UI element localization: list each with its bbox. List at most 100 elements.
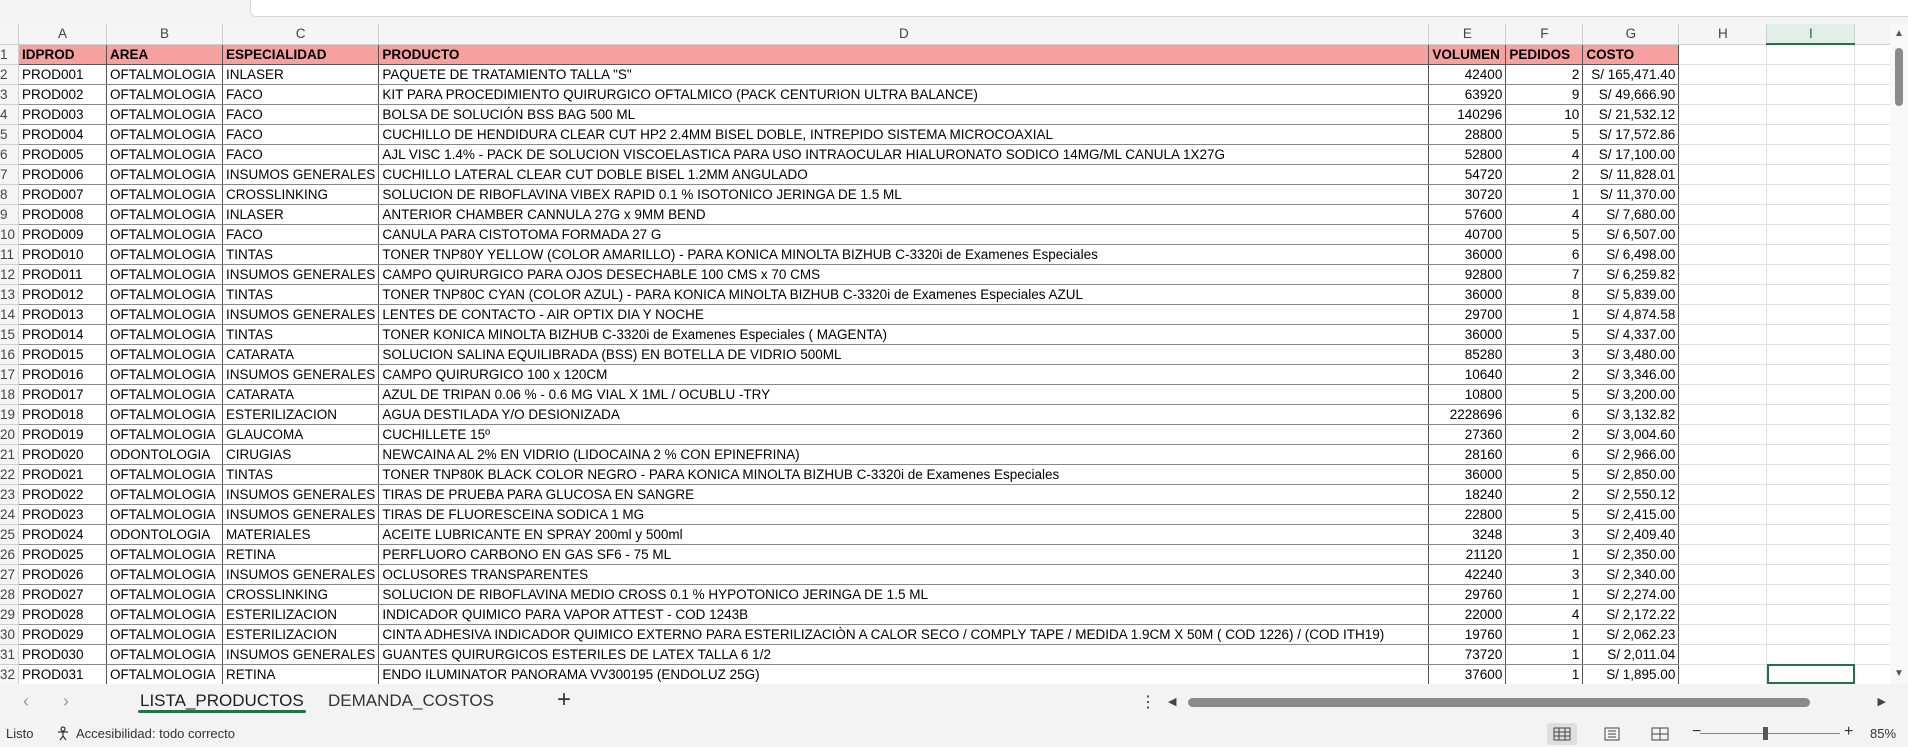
cell-costo[interactable]: S/ 17,100.00 — [1582, 144, 1680, 165]
empty-cell[interactable] — [1678, 244, 1768, 265]
cell-pedidos[interactable]: 5 — [1505, 224, 1584, 245]
cell-pedidos[interactable]: 2 — [1505, 424, 1584, 445]
empty-cell[interactable] — [1766, 184, 1856, 205]
accessibility-status-text[interactable]: Accesibilidad: todo correcto — [76, 726, 235, 741]
cell-especialidad[interactable]: MATERIALES — [222, 524, 380, 545]
sheet-tab-demanda-costos[interactable]: DEMANDA_COSTOS — [320, 684, 502, 720]
row-header[interactable]: 18 — [0, 384, 20, 405]
cell-area[interactable]: ODONTOLOGIA — [106, 444, 224, 465]
cell-pedidos[interactable]: 1 — [1505, 184, 1584, 205]
cell-volumen[interactable]: 19760 — [1428, 624, 1507, 645]
cell-costo[interactable]: S/ 21,532.12 — [1582, 104, 1680, 125]
cell-especialidad[interactable]: FACO — [222, 124, 380, 145]
cell-producto[interactable]: KIT PARA PROCEDIMIENTO QUIRURGICO OFTALM… — [378, 84, 1430, 105]
cell-idprod[interactable]: PROD031 — [18, 664, 108, 684]
cell-area[interactable]: OFTALMOLOGIA — [106, 384, 224, 405]
cell-costo[interactable]: S/ 2,415.00 — [1582, 504, 1680, 525]
empty-cell[interactable] — [1678, 224, 1768, 245]
cell-costo[interactable]: S/ 6,498.00 — [1582, 244, 1680, 265]
cell-area[interactable]: OFTALMOLOGIA — [106, 284, 224, 305]
row-header[interactable]: 23 — [0, 484, 20, 505]
cell-volumen[interactable]: 29700 — [1428, 304, 1507, 325]
empty-cell[interactable] — [1678, 104, 1768, 125]
cell-pedidos[interactable]: 6 — [1505, 404, 1584, 425]
cell-pedidos[interactable]: 6 — [1505, 244, 1584, 265]
cell-idprod[interactable]: PROD027 — [18, 584, 108, 605]
cell-idprod[interactable]: PROD007 — [18, 184, 108, 205]
cell-idprod[interactable]: PROD019 — [18, 424, 108, 445]
empty-cell[interactable] — [1766, 524, 1856, 545]
column-header-e[interactable]: E — [1428, 24, 1507, 45]
cell-idprod[interactable]: PROD022 — [18, 484, 108, 505]
cell-costo[interactable]: S/ 165,471.40 — [1582, 64, 1680, 85]
cell-producto[interactable]: NEWCAINA AL 2% EN VIDRIO (LIDOCAINA 2 % … — [378, 444, 1430, 465]
page-layout-view-icon[interactable] — [1597, 723, 1627, 745]
cell-pedidos[interactable]: 10 — [1505, 104, 1584, 125]
column-header-f[interactable]: F — [1505, 24, 1584, 45]
empty-cell[interactable] — [1766, 144, 1856, 165]
row-header[interactable]: 12 — [0, 264, 20, 285]
empty-cell[interactable] — [1766, 304, 1856, 325]
cell-idprod[interactable]: PROD013 — [18, 304, 108, 325]
empty-cell[interactable] — [1766, 164, 1856, 185]
empty-cell[interactable] — [1766, 284, 1856, 305]
empty-cell[interactable] — [1678, 304, 1768, 325]
cell-costo[interactable]: S/ 17,572.86 — [1582, 124, 1680, 145]
cell-area[interactable]: OFTALMOLOGIA — [106, 224, 224, 245]
empty-cell[interactable] — [1678, 464, 1768, 485]
cell-especialidad[interactable]: INSUMOS GENERALES — [222, 364, 380, 385]
cell-volumen[interactable]: 21120 — [1428, 544, 1507, 565]
cell-especialidad[interactable]: TINTAS — [222, 464, 380, 485]
cell-pedidos[interactable]: 2 — [1505, 64, 1584, 85]
cell-producto[interactable]: PAQUETE DE TRATAMIENTO TALLA "S" — [378, 64, 1430, 85]
empty-cell[interactable] — [1678, 84, 1768, 105]
empty-cell[interactable] — [1766, 364, 1856, 385]
cell-area[interactable]: OFTALMOLOGIA — [106, 584, 224, 605]
cell-pedidos[interactable]: 3 — [1505, 564, 1584, 585]
accessibility-icon[interactable] — [56, 726, 71, 741]
cell-area[interactable]: OFTALMOLOGIA — [106, 564, 224, 585]
cell-especialidad[interactable]: CIRUGIAS — [222, 444, 380, 465]
cell-producto[interactable]: CANULA PARA CISTOTOMA FORMADA 27 G — [378, 224, 1430, 245]
cell-especialidad[interactable]: FACO — [222, 104, 380, 125]
empty-cell[interactable] — [1678, 504, 1768, 525]
cell-volumen[interactable]: 92800 — [1428, 264, 1507, 285]
cell-volumen[interactable]: 10800 — [1428, 384, 1507, 405]
empty-cell[interactable] — [1766, 224, 1856, 245]
vertical-scroll-thumb[interactable] — [1895, 48, 1903, 106]
cell-especialidad[interactable]: RETINA — [222, 544, 380, 565]
cell-pedidos[interactable]: 1 — [1505, 624, 1584, 645]
empty-cell[interactable] — [1766, 124, 1856, 145]
cell-area[interactable]: ODONTOLOGIA — [106, 524, 224, 545]
cell-pedidos[interactable]: 2 — [1505, 364, 1584, 385]
cell-area[interactable]: OFTALMOLOGIA — [106, 624, 224, 645]
cell-volumen[interactable]: 30720 — [1428, 184, 1507, 205]
cell-volumen[interactable]: 63920 — [1428, 84, 1507, 105]
row-header[interactable]: 27 — [0, 564, 20, 585]
cell-pedidos[interactable]: 4 — [1505, 204, 1584, 225]
cell-especialidad[interactable]: ESTERILIZACION — [222, 624, 380, 645]
cell-especialidad[interactable]: TINTAS — [222, 324, 380, 345]
cell-idprod[interactable]: PROD029 — [18, 624, 108, 645]
column-header-c[interactable]: C — [222, 24, 380, 45]
row-header[interactable]: 25 — [0, 524, 20, 545]
row-header[interactable]: 24 — [0, 504, 20, 525]
cell-costo[interactable]: S/ 11,828.01 — [1582, 164, 1680, 185]
row-header[interactable]: 4 — [0, 104, 20, 125]
cell-volumen[interactable]: 140296 — [1428, 104, 1507, 125]
cell-producto[interactable]: TONER TNP80Y YELLOW (COLOR AMARILLO) - P… — [378, 244, 1430, 265]
cell-idprod[interactable]: PROD020 — [18, 444, 108, 465]
horizontal-scroll-thumb[interactable] — [1188, 698, 1810, 707]
cell-costo[interactable]: S/ 2,062.23 — [1582, 624, 1680, 645]
empty-cell[interactable] — [1678, 604, 1768, 625]
cell-pedidos[interactable]: 5 — [1505, 504, 1584, 525]
empty-cell[interactable] — [1766, 564, 1856, 585]
empty-cell[interactable] — [1766, 244, 1856, 265]
cell-pedidos[interactable]: 2 — [1505, 484, 1584, 505]
cell-producto[interactable]: SOLUCION SALINA EQUILIBRADA (BSS) EN BOT… — [378, 344, 1430, 365]
cell-volumen[interactable]: 52800 — [1428, 144, 1507, 165]
cell-producto[interactable]: GUANTES QUIRURGICOS ESTERILES DE LATEX T… — [378, 644, 1430, 665]
scroll-right-arrow-icon[interactable]: ▶ — [1878, 694, 1886, 710]
cell-area[interactable]: OFTALMOLOGIA — [106, 364, 224, 385]
empty-cell[interactable] — [1766, 204, 1856, 225]
